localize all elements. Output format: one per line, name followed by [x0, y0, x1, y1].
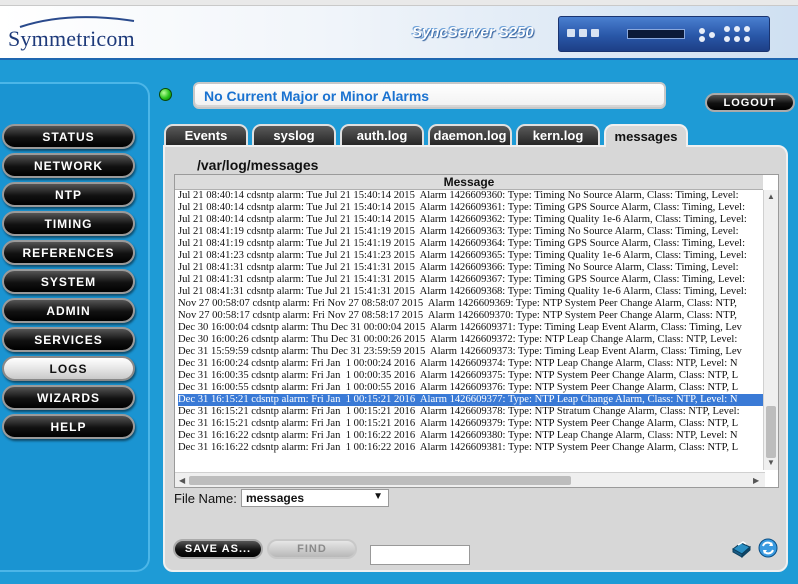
- log-line[interactable]: Jul 21 08:41:19 cdsntp alarm: Tue Jul 21…: [178, 238, 764, 250]
- device-button-icon: [724, 36, 730, 42]
- nav-admin-button[interactable]: ADMIN: [2, 298, 135, 323]
- alarm-status-led-icon: [159, 88, 172, 101]
- find-input[interactable]: [370, 545, 470, 565]
- log-path-title: /var/log/messages: [197, 157, 319, 173]
- device-image: [558, 16, 770, 52]
- log-list[interactable]: Message Jul 21 08:40:14 cdsntp alarm: Tu…: [174, 174, 779, 488]
- company-logo: Symmetricom: [8, 26, 135, 51]
- device-button-icon: [699, 36, 705, 42]
- device-button-icon: [744, 26, 750, 32]
- device-button-icon: [699, 28, 705, 34]
- sidebar-nav: STATUS NETWORK NTP TIMING REFERENCES SYS…: [0, 82, 150, 572]
- header-banner: Symmetricom SyncServer S250: [0, 6, 798, 58]
- nav-help-button[interactable]: HELP: [2, 414, 135, 439]
- log-line[interactable]: Nov 27 00:58:07 cdsntp alarm: Fri Nov 27…: [178, 298, 764, 310]
- device-button-icon: [734, 26, 740, 32]
- log-line[interactable]: Jul 21 08:41:23 cdsntp alarm: Tue Jul 21…: [178, 250, 764, 262]
- dropdown-caret-icon[interactable]: ▼: [373, 491, 383, 502]
- log-line[interactable]: Dec 31 16:15:21 cdsntp alarm: Fri Jan 1 …: [178, 406, 764, 418]
- tab-kern-log[interactable]: kern.log: [516, 124, 600, 145]
- log-line[interactable]: Jul 21 08:41:19 cdsntp alarm: Tue Jul 21…: [178, 226, 764, 238]
- nav-status-button[interactable]: STATUS: [2, 124, 135, 149]
- log-line[interactable]: Dec 31 16:15:21 cdsntp alarm: Fri Jan 1 …: [178, 418, 764, 430]
- product-name: SyncServer S250: [412, 24, 534, 41]
- log-line[interactable]: Dec 31 16:16:22 cdsntp alarm: Fri Jan 1 …: [178, 442, 764, 454]
- scroll-left-icon[interactable]: ◀: [179, 476, 185, 485]
- device-button-icon: [724, 26, 730, 32]
- port-icon: [591, 29, 599, 37]
- log-line[interactable]: Dec 30 16:00:04 cdsntp alarm: Thu Dec 31…: [178, 322, 764, 334]
- device-button-icon: [709, 32, 715, 38]
- log-line[interactable]: Dec 31 16:00:55 cdsntp alarm: Fri Jan 1 …: [178, 382, 764, 394]
- horizontal-scroll-thumb[interactable]: [189, 476, 571, 485]
- tab-syslog[interactable]: syslog: [252, 124, 336, 145]
- print-icon[interactable]: [730, 537, 752, 559]
- nav-ntp-button[interactable]: NTP: [2, 182, 135, 207]
- save-as-button[interactable]: SAVE AS...: [173, 539, 263, 559]
- horizontal-scrollbar[interactable]: ◀ ▶: [175, 472, 765, 487]
- log-line[interactable]: Jul 21 08:40:14 cdsntp alarm: Tue Jul 21…: [178, 190, 764, 202]
- device-button-icon: [744, 36, 750, 42]
- scroll-up-icon[interactable]: ▲: [767, 192, 775, 201]
- nav-services-button[interactable]: SERVICES: [2, 327, 135, 352]
- log-line[interactable]: Dec 31 15:59:59 cdsntp alarm: Thu Dec 31…: [178, 346, 764, 358]
- nav-logs-button[interactable]: LOGS: [2, 356, 135, 381]
- scroll-down-icon[interactable]: ▼: [767, 458, 775, 467]
- log-line[interactable]: Nov 27 00:58:17 cdsntp alarm: Fri Nov 27…: [178, 310, 764, 322]
- tab-auth-log[interactable]: auth.log: [340, 124, 424, 145]
- file-name-select[interactable]: messages ▼: [241, 489, 389, 507]
- alarm-status-bar: No Current Major or Minor Alarms: [193, 82, 666, 109]
- nav-wizards-button[interactable]: WIZARDS: [2, 385, 135, 410]
- vertical-scroll-thumb[interactable]: [766, 406, 776, 458]
- nav-timing-button[interactable]: TIMING: [2, 211, 135, 236]
- log-line[interactable]: Jul 21 08:41:31 cdsntp alarm: Tue Jul 21…: [178, 274, 764, 286]
- file-name-selected-value: messages: [246, 491, 305, 505]
- log-line[interactable]: Jul 21 08:41:31 cdsntp alarm: Tue Jul 21…: [178, 262, 764, 274]
- log-lines: Jul 21 08:40:14 cdsntp alarm: Tue Jul 21…: [178, 190, 764, 470]
- nav-system-button[interactable]: SYSTEM: [2, 269, 135, 294]
- file-name-label: File Name:: [174, 491, 237, 506]
- log-line[interactable]: Jul 21 08:40:14 cdsntp alarm: Tue Jul 21…: [178, 202, 764, 214]
- device-button-icon: [734, 36, 740, 42]
- tab-events[interactable]: Events: [164, 124, 248, 145]
- port-icon: [567, 29, 575, 37]
- log-line[interactable]: Jul 21 08:40:14 cdsntp alarm: Tue Jul 21…: [178, 214, 764, 226]
- log-line[interactable]: Dec 31 16:16:22 cdsntp alarm: Fri Jan 1 …: [178, 430, 764, 442]
- log-line[interactable]: Dec 31 16:15:21 cdsntp alarm: Fri Jan 1 …: [178, 394, 764, 406]
- scroll-right-icon[interactable]: ▶: [753, 476, 759, 485]
- log-line[interactable]: Dec 31 16:00:35 cdsntp alarm: Fri Jan 1 …: [178, 370, 764, 382]
- nav-references-button[interactable]: REFERENCES: [2, 240, 135, 265]
- device-display: [627, 29, 685, 39]
- tab-messages[interactable]: messages: [604, 124, 688, 147]
- find-button[interactable]: FIND: [267, 539, 357, 559]
- header-divider: [0, 58, 798, 60]
- port-icon: [579, 29, 587, 37]
- nav-network-button[interactable]: NETWORK: [2, 153, 135, 178]
- refresh-icon[interactable]: [757, 537, 779, 559]
- vertical-scrollbar[interactable]: ▲ ▼: [763, 190, 778, 470]
- message-column-header[interactable]: Message: [175, 175, 763, 190]
- log-line[interactable]: Dec 31 16:00:24 cdsntp alarm: Fri Jan 1 …: [178, 358, 764, 370]
- tab-daemon-log[interactable]: daemon.log: [428, 124, 512, 145]
- log-line[interactable]: Dec 30 16:00:26 cdsntp alarm: Thu Dec 31…: [178, 334, 764, 346]
- logout-button[interactable]: LOGOUT: [705, 93, 795, 112]
- log-line[interactable]: Jul 21 08:41:31 cdsntp alarm: Tue Jul 21…: [178, 286, 764, 298]
